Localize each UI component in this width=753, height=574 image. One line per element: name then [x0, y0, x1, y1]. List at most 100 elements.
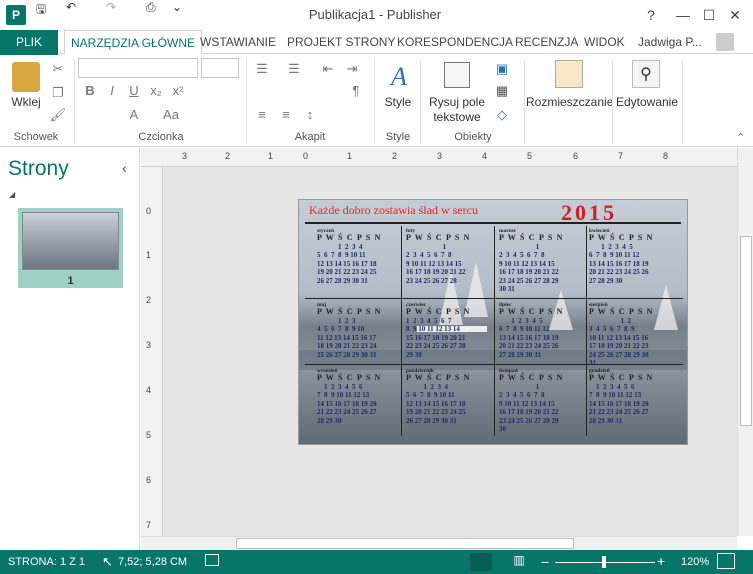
section-expand-icon[interactable]: ◢ — [9, 190, 15, 199]
save-icon[interactable]: 🖫 — [36, 0, 58, 21]
month-block: lipiec P W Ś C P S N 1 2 3 4 56 7 8 9 10 … — [499, 301, 591, 367]
print-preview-icon[interactable]: ⎙ — [146, 0, 168, 15]
copy-icon[interactable]: ❐ — [48, 84, 68, 102]
paste-icon[interactable] — [12, 62, 40, 92]
week-row: 10 11 12 13 14 15 16 — [589, 333, 649, 342]
tab-page-design[interactable]: PROJEKT STRONY — [281, 30, 401, 55]
zoom-level[interactable]: 120% — [681, 556, 709, 568]
ribbon-divider — [682, 60, 683, 144]
align-center-icon[interactable]: ≡ — [276, 106, 296, 124]
increase-indent-icon[interactable]: ⇥ — [342, 60, 362, 78]
horizontal-scrollbar[interactable] — [141, 536, 737, 550]
day-headers: P W Ś C P S N — [317, 233, 382, 242]
tab-view[interactable]: WIDOK — [578, 30, 631, 55]
arrange-button[interactable]: Rozmieszczanie — [526, 95, 613, 110]
table-icon[interactable]: ▦ — [492, 82, 512, 100]
ruler-tick-label: 3 — [182, 151, 188, 161]
tab-insert[interactable]: WSTAWIANIE — [194, 30, 282, 55]
collapse-ribbon-icon[interactable]: ⌃ — [736, 131, 745, 144]
vertical-ruler[interactable] — [141, 167, 163, 536]
page-indicator[interactable]: STRONA: 1 Z 1 — [8, 556, 85, 568]
calendar-publication[interactable]: Każde dobro zostawia ślad w sercu 2015 s… — [298, 199, 688, 445]
day-headers: P W Ś C P S N — [317, 307, 382, 316]
tab-file[interactable]: PLIK — [0, 30, 58, 55]
vertical-scrollbar[interactable] — [737, 148, 753, 536]
month-block: październik P W Ś C P S N 1 2 3 45 6 7 8 … — [406, 367, 498, 433]
customize-toolbar-icon[interactable]: ⌄ — [172, 0, 188, 14]
shapes-icon[interactable]: ◇ — [492, 106, 512, 124]
editing-button[interactable]: Edytowanie — [614, 95, 680, 110]
page-thumbnail-image — [22, 212, 119, 270]
horizontal-scroll-thumb[interactable] — [236, 538, 574, 549]
week-row: 3 4 5 6 7 8 9 — [589, 325, 635, 333]
format-painter-icon[interactable]: 🖌 — [48, 106, 68, 124]
week-row: 21 22 23 24 25 26 27 — [589, 408, 649, 416]
ruler-tick-label: 3 — [146, 340, 152, 350]
text-box-icon[interactable] — [444, 62, 470, 88]
cut-icon[interactable]: ✂ — [48, 60, 68, 78]
bold-icon[interactable]: B — [80, 82, 100, 100]
two-page-view-icon[interactable]: ▥ — [510, 553, 528, 571]
vertical-scroll-thumb[interactable] — [740, 236, 752, 426]
week-row: 27 28 29 30 31 — [499, 350, 541, 359]
zoom-slider-thumb[interactable] — [602, 556, 606, 568]
help-button[interactable]: ? — [640, 4, 662, 26]
align-left-icon[interactable]: ≡ — [252, 106, 272, 124]
fit-page-icon[interactable] — [717, 553, 735, 569]
week-row: 2 3 4 5 6 7 8 — [499, 251, 545, 259]
week-row: 20 21 22 23 24 25 26 — [499, 342, 559, 350]
tab-home[interactable]: NARZĘDZIA GŁÓWNE — [64, 30, 203, 55]
draw-text-box-button[interactable]: Rysuj pole tekstowe — [424, 95, 490, 125]
close-button[interactable]: ✕ — [724, 4, 746, 26]
day-headers: P W Ś C P S N — [499, 233, 564, 242]
month-block: styczeń P W Ś C P S N 1 2 3 45 6 7 8 9 10… — [317, 227, 409, 293]
user-avatar[interactable] — [716, 33, 734, 51]
week-row: 19 20 21 22 23 24 25 — [406, 408, 466, 416]
decrease-indent-icon[interactable]: ⇤ — [318, 60, 338, 78]
week-row: 14 15 16 17 18 19 20 — [589, 399, 649, 408]
week-row: 1 — [499, 382, 540, 391]
line-spacing-icon[interactable]: ↕ — [300, 106, 320, 124]
week-row: 29 30 — [406, 350, 422, 359]
superscript-icon[interactable]: x² — [168, 82, 188, 100]
minimize-button[interactable]: — — [672, 4, 694, 26]
week-row: 16 17 18 19 20 21 22 — [499, 408, 559, 416]
week-row: 11 12 13 14 15 16 17 — [317, 333, 377, 342]
paste-button[interactable]: Wklej — [6, 95, 46, 110]
font-size-combo[interactable] — [201, 58, 239, 78]
picture-icon[interactable]: ▣ — [492, 60, 512, 78]
maximize-button[interactable]: ☐ — [698, 4, 720, 26]
style-button[interactable]: Style — [378, 95, 418, 110]
underline-icon[interactable]: U — [124, 82, 144, 100]
collapse-pages-panel-icon[interactable]: ‹ — [122, 160, 127, 177]
styles-icon[interactable]: A — [384, 62, 414, 92]
zoom-out-button[interactable]: − — [541, 554, 549, 570]
show-formatting-icon[interactable]: ¶ — [346, 82, 366, 100]
numbering-icon[interactable]: ☰ — [284, 60, 304, 78]
font-name-combo[interactable] — [78, 58, 198, 78]
bullets-icon[interactable]: ☰ — [252, 60, 272, 78]
zoom-in-button[interactable]: + — [657, 553, 665, 569]
change-case-icon[interactable]: Aa — [158, 106, 184, 124]
subscript-icon[interactable]: x₂ — [146, 82, 166, 100]
single-page-view-icon[interactable] — [470, 553, 492, 571]
redo-icon[interactable]: ↷ — [106, 0, 128, 14]
undo-icon[interactable]: ↶ — [66, 0, 88, 14]
day-headers: P W Ś C P S N — [499, 373, 564, 382]
cursor-position: 7,52; 5,28 CM — [118, 556, 188, 568]
week-row: 1 2 3 4 5 — [589, 242, 633, 251]
week-row: 30 31 — [499, 285, 515, 293]
find-icon[interactable]: ⚲ — [632, 60, 660, 88]
tab-review[interactable]: RECENZJA — [509, 30, 584, 55]
font-color-icon[interactable]: A — [124, 106, 144, 124]
week-row: 28 29 30 31 — [589, 416, 623, 425]
ruler-tick-label: 0 — [303, 151, 309, 161]
user-name[interactable]: Jadwiga P... — [632, 30, 714, 55]
tab-mailings[interactable]: KORESPONDENCJA — [391, 30, 519, 55]
week-row: 12 13 14 15 16 17 18 — [317, 259, 377, 268]
arrange-icon[interactable] — [555, 60, 583, 88]
italic-icon[interactable]: I — [102, 82, 122, 100]
month-block: grudzień P W Ś C P S N 1 2 3 4 5 67 8 9 1… — [589, 367, 681, 433]
week-row: 5 6 7 8 9 10 11 — [406, 391, 455, 399]
publisher-app-icon[interactable]: P — [6, 5, 26, 25]
